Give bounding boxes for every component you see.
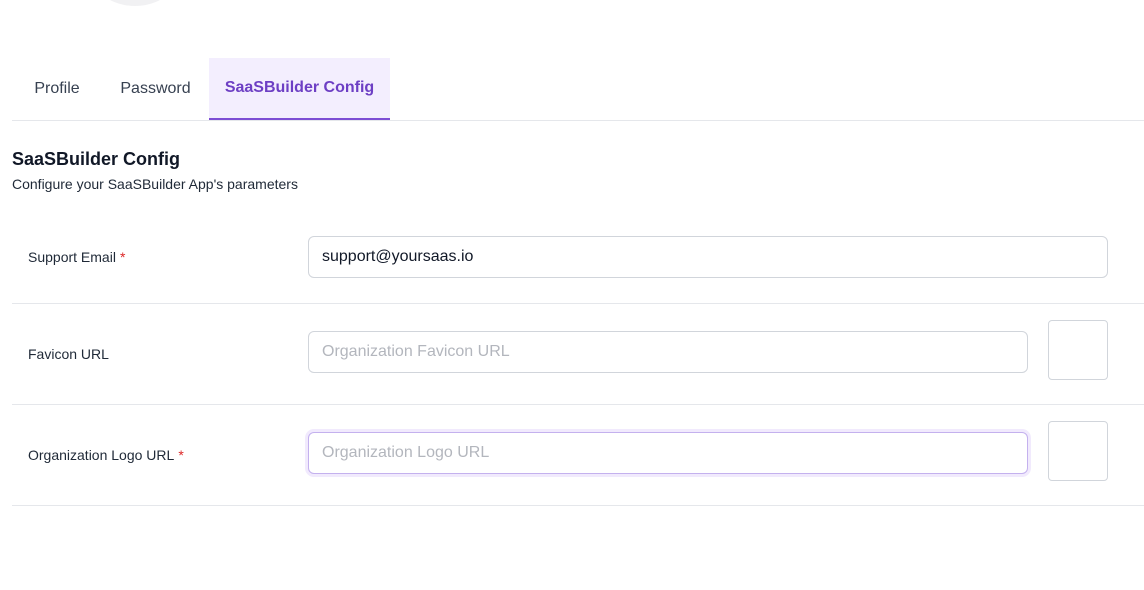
tab-saasbuilder-config[interactable]: SaaSBuilder Config xyxy=(209,58,390,120)
favicon-url-input[interactable] xyxy=(308,331,1028,373)
tab-password[interactable]: Password xyxy=(102,58,209,120)
support-email-label: Support Email * xyxy=(28,249,125,265)
support-email-label-text: Support Email xyxy=(28,249,116,265)
section-title: SaaSBuilder Config xyxy=(12,149,181,169)
avatar xyxy=(80,0,190,6)
tab-profile[interactable]: Profile xyxy=(12,58,102,120)
support-email-input[interactable] xyxy=(308,236,1108,278)
support-email-row: Support Email * xyxy=(12,222,1144,304)
logo-url-label: Organization Logo URL * xyxy=(28,447,184,463)
required-mark: * xyxy=(119,249,126,265)
logo-url-label-text: Organization Logo URL xyxy=(28,447,175,463)
section-description: Configure your SaaSBuilder App's paramet… xyxy=(12,176,298,192)
required-mark: * xyxy=(178,447,184,463)
logo-preview xyxy=(1048,421,1108,481)
favicon-url-label: Favicon URL xyxy=(28,346,109,362)
logo-url-row: Organization Logo URL * xyxy=(12,405,1144,506)
favicon-url-label-text: Favicon URL xyxy=(28,346,109,362)
favicon-url-row: Favicon URL xyxy=(12,304,1144,405)
settings-page: Profile Password SaaSBuilder Config SaaS… xyxy=(0,0,1144,590)
settings-tabs: Profile Password SaaSBuilder Config xyxy=(12,58,1144,121)
favicon-preview xyxy=(1048,320,1108,380)
logo-url-input[interactable] xyxy=(308,432,1028,474)
